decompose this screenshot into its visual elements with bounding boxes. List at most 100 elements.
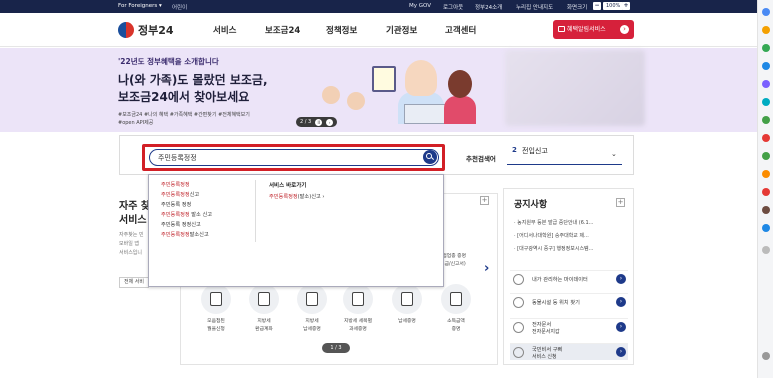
nav-customer-center[interactable]: 고객센터 (445, 24, 476, 36)
extension-icon[interactable] (762, 116, 770, 124)
profile-icon[interactable] (762, 8, 770, 16)
service-label[interactable]: 지방세 (290, 318, 334, 325)
service-label[interactable]: 환급계좌 (242, 326, 286, 333)
quick-link-mydata[interactable]: 내가 관리하는 마이데이터 › (510, 270, 628, 287)
nav-subsidy24[interactable]: 보조금24 (265, 24, 300, 36)
suggestion-item[interactable]: 주민등록 정정신고 (161, 221, 201, 228)
quick-link-label: 국민비서 구삐 (532, 347, 563, 353)
sitemap-link[interactable]: 누리집 안내지도 (516, 3, 553, 11)
foreigners-link[interactable]: For Foreigners ▾ (118, 3, 162, 9)
quick-link-label: 동물시설 등 위치 찾기 (532, 300, 580, 306)
zoom-in-button[interactable]: + (622, 2, 630, 10)
hero-tags: #보조금24 #나의 혜택 #가족혜택 #간편찾기 #전체혜택보기 (118, 112, 250, 118)
search-autocomplete-dropdown: 주민등록정정 주민등록정정신고 주민등록 정정 주민등록정정 발소 신고 주민등… (148, 174, 444, 287)
notice-item[interactable]: · 농지원부 등본 발급 중단안내 (6.1... (514, 219, 593, 226)
extension-icon[interactable] (762, 62, 770, 70)
banner-child-illustration (347, 92, 365, 110)
dropdown-divider (255, 180, 256, 242)
recommended-keyword[interactable]: 전입신고 (522, 146, 548, 156)
quick-link-label-2: 전자문서지갑 (532, 329, 560, 335)
extension-icon[interactable] (762, 134, 770, 142)
mygov-link[interactable]: My GOV (409, 3, 431, 9)
monitor-icon (258, 292, 270, 306)
service-label[interactable]: 납세증명 (290, 326, 334, 333)
blurred-side-banner (505, 50, 645, 126)
benefit-alert-button[interactable]: 혜택알림서비스 › (553, 20, 634, 39)
location-pin-icon (513, 297, 524, 308)
service-tile[interactable] (249, 284, 279, 314)
extension-icon[interactable] (762, 170, 770, 178)
service-tile[interactable] (297, 284, 327, 314)
suggestion-item[interactable]: 주민등록정정 발소 신고 (161, 211, 212, 218)
hero-tags-2: #open API제공 (118, 120, 154, 126)
search-highlight-frame (142, 144, 445, 171)
arrow-right-icon: › (616, 274, 626, 284)
extension-icon[interactable] (762, 206, 770, 214)
services-next-arrow-icon[interactable]: › (484, 261, 489, 276)
suggestion-item[interactable]: 주민등록정정말소신고 (161, 231, 209, 238)
service-shortcut-link[interactable]: 주민등록정정(발소)신고 › (269, 193, 325, 200)
suggestion-match: 주민등록정정 (161, 182, 190, 188)
nav-services[interactable]: 서비스 (213, 24, 236, 36)
favorites-desc: 서비스입니 (119, 250, 143, 256)
service-label[interactable]: 지방세 세목별 (336, 318, 380, 325)
arrow-right-icon: › (616, 322, 626, 332)
service-label[interactable]: 모음접된 (194, 318, 238, 325)
quick-link-animal-facility[interactable]: 동물시설 등 위치 찾기 › (510, 293, 628, 310)
suggestion-rest: 말소신고 (189, 232, 209, 238)
suggestion-item[interactable]: 주민등록 정정 (161, 201, 191, 208)
quick-link-national-secretary[interactable]: 국민비서 구삐 서비스 신청 › (510, 343, 628, 360)
notice-item[interactable]: · [대구광역시 중구] 행정정보시스템... (514, 245, 593, 252)
extension-icon[interactable] (762, 26, 770, 34)
chevron-down-icon[interactable]: ⌄ (611, 150, 617, 158)
extension-icon[interactable] (762, 188, 770, 196)
pause-icon[interactable]: II (315, 118, 323, 126)
nav-agency-info[interactable]: 기관정보 (386, 24, 417, 36)
zoom-out-button[interactable]: − (593, 2, 601, 10)
notice-item[interactable]: · [어디서나대학원] 숭주대학교 제... (514, 232, 589, 239)
logout-link[interactable]: 로그아웃 (443, 3, 463, 11)
extension-icon[interactable] (762, 98, 770, 106)
hero-pager-text: 2 / 3 (300, 119, 312, 125)
kids-link[interactable]: 어린이 (172, 3, 187, 11)
service-label[interactable]: 증명 (434, 326, 478, 333)
suggestion-item[interactable]: 주민등록정정신고 (161, 191, 199, 198)
nav-policy-info[interactable]: 정책정보 (326, 24, 357, 36)
service-label[interactable]: 소득금액 (434, 318, 478, 325)
service-tile[interactable] (392, 284, 422, 314)
search-button[interactable] (423, 150, 437, 164)
hero-title-line1: 나(와 가족)도 몰랐던 보조금, (118, 73, 268, 87)
extension-icon[interactable] (762, 80, 770, 88)
search-input[interactable] (158, 152, 418, 164)
next-slide-icon[interactable]: › (326, 118, 334, 126)
settings-icon[interactable] (762, 352, 770, 360)
main-header: 정부24 서비스 보조금24 정책정보 기관정보 고객센터 혜택알림서비스 › (0, 13, 757, 47)
service-tile[interactable] (201, 284, 231, 314)
extension-icon[interactable] (762, 44, 770, 52)
suggestion-rest: 발소 신고 (189, 212, 213, 218)
add-icon[interactable] (762, 246, 770, 254)
banner-child-illustration (322, 86, 340, 104)
hero-pager: 2 / 3 II › (296, 117, 338, 127)
mydata-icon (513, 274, 524, 285)
document-icon (401, 292, 413, 306)
notice-more-button[interactable]: + (616, 198, 625, 207)
quick-link-e-document[interactable]: 전자문서 전자문서지갑 › (510, 318, 628, 335)
service-label[interactable]: 월을신청 (194, 326, 238, 333)
favorites-more-button[interactable]: + (480, 196, 489, 205)
service-label[interactable]: 납세증명 (385, 318, 429, 325)
site-logo[interactable]: 정부24 (118, 22, 174, 38)
suggestion-item[interactable]: 주민등록정정 (161, 181, 190, 188)
zoom-value: 100% (603, 2, 624, 10)
service-tile[interactable] (343, 284, 373, 314)
about-link[interactable]: 정부24소개 (475, 3, 502, 11)
service-label[interactable]: 과세증명 (336, 326, 380, 333)
service-label[interactable]: 지방세 (242, 318, 286, 325)
extension-icon[interactable] (762, 152, 770, 160)
all-services-button[interactable]: 전체 서비 (119, 277, 149, 288)
recommended-underline (507, 164, 622, 165)
screen-size-label: 화면크기 (567, 5, 588, 11)
extension-icon[interactable] (762, 224, 770, 232)
service-tile[interactable] (441, 284, 471, 314)
suggestion-match: 주민등록정정 (161, 212, 190, 218)
